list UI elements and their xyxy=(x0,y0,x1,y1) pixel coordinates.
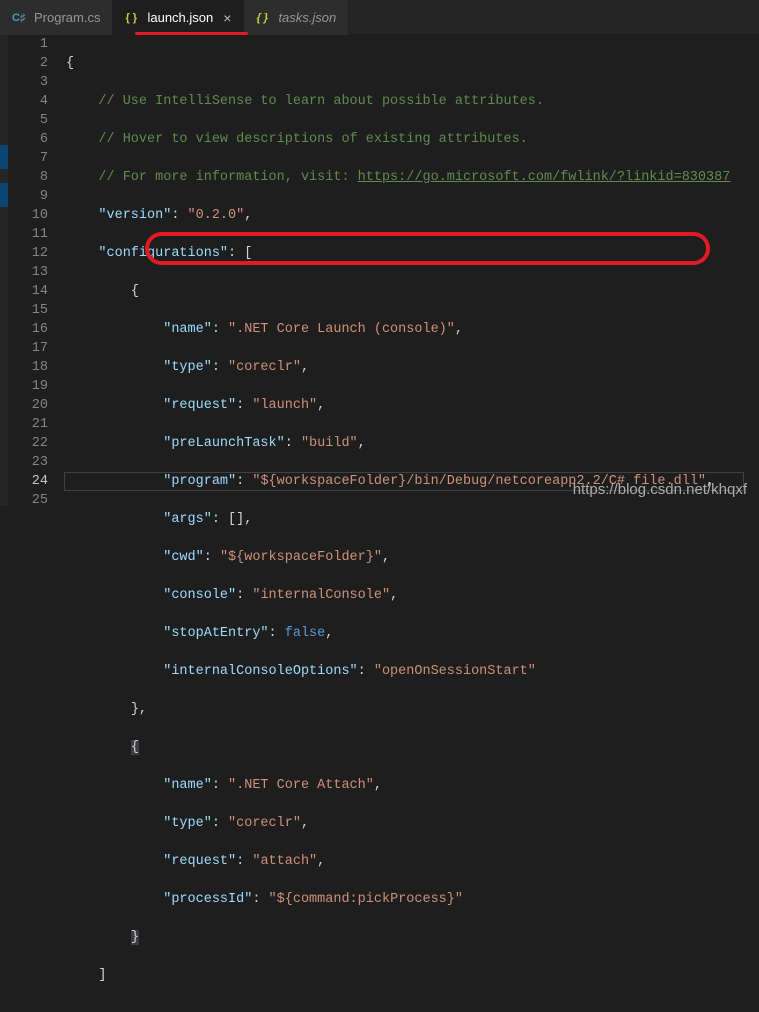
line-numbers: 1234567891011121314151617181920212223242… xyxy=(8,35,66,1012)
editor-tabs: C♯ Program.cs { } launch.json × { } task… xyxy=(0,0,759,35)
tab-program-cs[interactable]: C♯ Program.cs xyxy=(0,0,113,35)
json-icon: { } xyxy=(256,10,272,26)
annotation-tab-underline xyxy=(135,32,248,35)
csharp-icon: C♯ xyxy=(12,10,28,26)
code-editor[interactable]: 1234567891011121314151617181920212223242… xyxy=(8,35,759,1012)
json-icon: { } xyxy=(125,10,141,26)
tab-label: launch.json xyxy=(147,10,213,25)
activity-bar-sliver xyxy=(0,35,8,506)
watermark: https://blog.csdn.net/khqxf xyxy=(573,481,747,498)
tab-label: Program.cs xyxy=(34,10,100,25)
code-content[interactable]: { // Use IntelliSense to learn about pos… xyxy=(66,35,759,1012)
tab-tasks-json[interactable]: { } tasks.json xyxy=(244,0,349,35)
docs-link[interactable]: https://go.microsoft.com/fwlink/?linkid=… xyxy=(358,170,731,185)
tab-label: tasks.json xyxy=(278,10,336,25)
close-icon[interactable]: × xyxy=(223,10,231,26)
tab-launch-json[interactable]: { } launch.json × xyxy=(113,0,244,35)
